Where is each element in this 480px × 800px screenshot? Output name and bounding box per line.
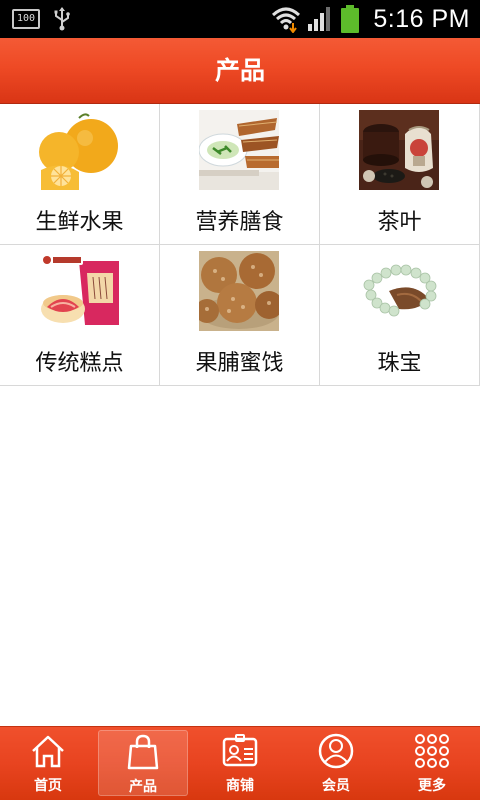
category-label: 传统糕点 [35, 351, 124, 376]
app-header: 产品 [0, 38, 480, 104]
category-nutritious-meals[interactable]: 营养膳食 [160, 104, 320, 245]
category-label: 生鲜水果 [35, 210, 124, 235]
battery-icon [341, 5, 360, 33]
category-tea[interactable]: 茶叶 [320, 104, 480, 245]
clock-time: 5:16 PM [373, 4, 470, 33]
tab-label: 产品 [129, 779, 157, 795]
bottom-tab-bar: 首页 产品 商铺 会员 更多 [0, 726, 480, 800]
tea-set-image [359, 110, 439, 190]
product-category-grid: 生鲜水果 营养膳食 茶叶 传统糕点 果脯蜜饯 珠宝 [0, 104, 480, 386]
shop-id-card-icon [222, 734, 258, 767]
category-label: 茶叶 [377, 210, 422, 235]
signal-strength-icon [308, 7, 331, 31]
category-label: 营养膳食 [195, 210, 284, 235]
category-label: 珠宝 [377, 351, 422, 376]
tab-shop[interactable]: 商铺 [192, 727, 288, 800]
citrus-fruit-image [39, 110, 119, 190]
wifi-icon [272, 7, 301, 33]
battery-percent-indicator: 100 [12, 9, 40, 29]
category-traditional-pastry[interactable]: 传统糕点 [0, 245, 160, 386]
tab-label: 首页 [34, 778, 62, 794]
usb-icon [54, 7, 70, 31]
status-left: 100 [12, 7, 72, 31]
fish-dish-image [199, 110, 279, 190]
category-fresh-fruit[interactable]: 生鲜水果 [0, 104, 160, 245]
category-dried-fruit[interactable]: 果脯蜜饯 [160, 245, 320, 386]
status-bar: 100 5:16 PM [0, 0, 480, 38]
pastry-package-image [39, 251, 119, 331]
tab-member[interactable]: 会员 [288, 727, 384, 800]
tab-products[interactable]: 产品 [98, 730, 188, 796]
member-person-icon [318, 733, 354, 769]
tab-label: 会员 [322, 778, 350, 794]
dried-fruit-image [199, 251, 279, 331]
tab-label: 商铺 [226, 778, 254, 794]
shopping-bag-icon [127, 734, 159, 770]
category-jewelry[interactable]: 珠宝 [320, 245, 480, 386]
status-right: 5:16 PM [271, 0, 480, 38]
page-title: 产品 [214, 56, 265, 85]
home-icon [32, 735, 64, 768]
more-grid-icon [415, 734, 449, 768]
tab-label: 更多 [418, 778, 446, 794]
category-label: 果脯蜜饯 [195, 351, 284, 376]
tab-more[interactable]: 更多 [384, 727, 480, 800]
tab-home[interactable]: 首页 [0, 727, 96, 800]
jade-bracelet-image [359, 251, 439, 331]
